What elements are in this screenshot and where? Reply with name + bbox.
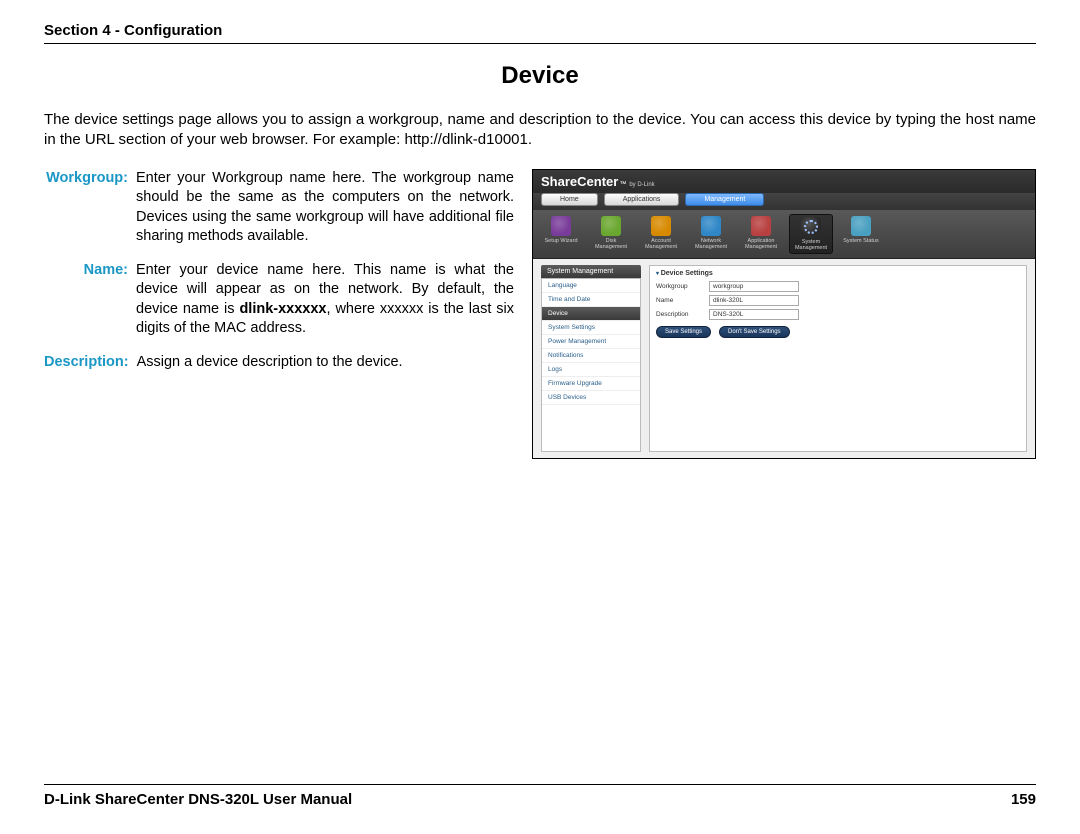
sidebar-item-language[interactable]: Language <box>542 279 640 293</box>
definition-list: Workgroup: Enter your Workgroup name her… <box>44 169 514 459</box>
field-description: Description DNS-320L <box>656 309 1020 320</box>
disk-icon <box>601 216 621 236</box>
intro-paragraph: The device settings page allows you to a… <box>44 110 1036 151</box>
wizard-icon <box>551 216 571 236</box>
side-panel-title: System Management <box>541 265 641 278</box>
tab-management[interactable]: Management <box>685 193 764 206</box>
tool-application-management[interactable]: Application Management <box>739 214 783 254</box>
sidebar-item-system-settings[interactable]: System Settings <box>542 321 640 335</box>
tab-applications[interactable]: Applications <box>604 193 680 206</box>
def-name: Name: Enter your device name here. This … <box>44 261 514 339</box>
section-header: Section 4 - Configuration <box>44 22 1036 44</box>
icon-label: System Status <box>843 238 878 244</box>
icon-label: Disk Management <box>589 238 633 250</box>
icon-label: Account Management <box>639 238 683 250</box>
screenshot-panel: ShareCenter™by D-Link Home Applications … <box>532 169 1036 459</box>
def-label: Workgroup: <box>44 169 136 247</box>
side-panel: System Management Language Time and Date… <box>541 265 641 452</box>
icon-label: Application Management <box>739 238 783 250</box>
tab-home[interactable]: Home <box>541 193 598 206</box>
def-text-bold: dlink-xxxxxx <box>239 301 326 317</box>
icon-label: System Management <box>790 239 832 251</box>
field-workgroup: Workgroup workgroup <box>656 281 1020 292</box>
def-text: Enter your Workgroup name here. The work… <box>136 169 514 247</box>
brand-byline: by D-Link <box>629 182 654 188</box>
main-tabs: Home Applications Management <box>533 193 1035 210</box>
main-panel-title: Device Settings <box>656 270 1020 277</box>
def-label: Description: <box>44 353 137 373</box>
field-name: Name dlink-320L <box>656 295 1020 306</box>
sidebar-item-usb-devices[interactable]: USB Devices <box>542 391 640 405</box>
tool-system-management[interactable]: System Management <box>789 214 833 254</box>
def-description: Description: Assign a device description… <box>44 353 514 373</box>
def-label: Name: <box>44 261 136 339</box>
app-brand-bar: ShareCenter™by D-Link <box>533 170 1035 193</box>
icon-label: Network Management <box>689 238 733 250</box>
application-icon <box>751 216 771 236</box>
icon-label: Setup Wizard <box>544 238 577 244</box>
description-input[interactable]: DNS-320L <box>709 309 799 320</box>
sidebar-item-power-management[interactable]: Power Management <box>542 335 640 349</box>
name-input[interactable]: dlink-320L <box>709 295 799 306</box>
def-text: Assign a device description to the devic… <box>137 353 514 373</box>
brand-name: ShareCenter <box>541 174 618 189</box>
status-icon <box>851 216 871 236</box>
field-label: Name <box>656 297 701 304</box>
workgroup-input[interactable]: workgroup <box>709 281 799 292</box>
field-label: Description <box>656 311 701 318</box>
tool-account-management[interactable]: Account Management <box>639 214 683 254</box>
save-settings-button[interactable]: Save Settings <box>656 326 711 338</box>
sidebar-item-device[interactable]: Device <box>542 307 640 321</box>
side-nav-list: Language Time and Date Device System Set… <box>541 278 641 452</box>
sidebar-item-time-and-date[interactable]: Time and Date <box>542 293 640 307</box>
def-workgroup: Workgroup: Enter your Workgroup name her… <box>44 169 514 247</box>
main-panel: Device Settings Workgroup workgroup Name… <box>649 265 1027 452</box>
dont-save-settings-button[interactable]: Don't Save Settings <box>719 326 790 338</box>
tool-setup-wizard[interactable]: Setup Wizard <box>539 214 583 254</box>
footer-manual-title: D-Link ShareCenter DNS-320L User Manual <box>44 791 352 808</box>
field-label: Workgroup <box>656 283 701 290</box>
gear-icon <box>801 217 821 237</box>
icon-toolbar: Setup Wizard Disk Management Account Man… <box>533 210 1035 259</box>
def-text: Enter your device name here. This name i… <box>136 261 514 339</box>
footer-page-number: 159 <box>1011 791 1036 808</box>
tool-system-status[interactable]: System Status <box>839 214 883 254</box>
sidebar-item-firmware-upgrade[interactable]: Firmware Upgrade <box>542 377 640 391</box>
trademark: ™ <box>619 181 626 188</box>
page-title: Device <box>44 62 1036 90</box>
sidebar-item-notifications[interactable]: Notifications <box>542 349 640 363</box>
tool-disk-management[interactable]: Disk Management <box>589 214 633 254</box>
page-footer: D-Link ShareCenter DNS-320L User Manual … <box>44 784 1036 808</box>
sidebar-item-logs[interactable]: Logs <box>542 363 640 377</box>
account-icon <box>651 216 671 236</box>
network-icon <box>701 216 721 236</box>
tool-network-management[interactable]: Network Management <box>689 214 733 254</box>
